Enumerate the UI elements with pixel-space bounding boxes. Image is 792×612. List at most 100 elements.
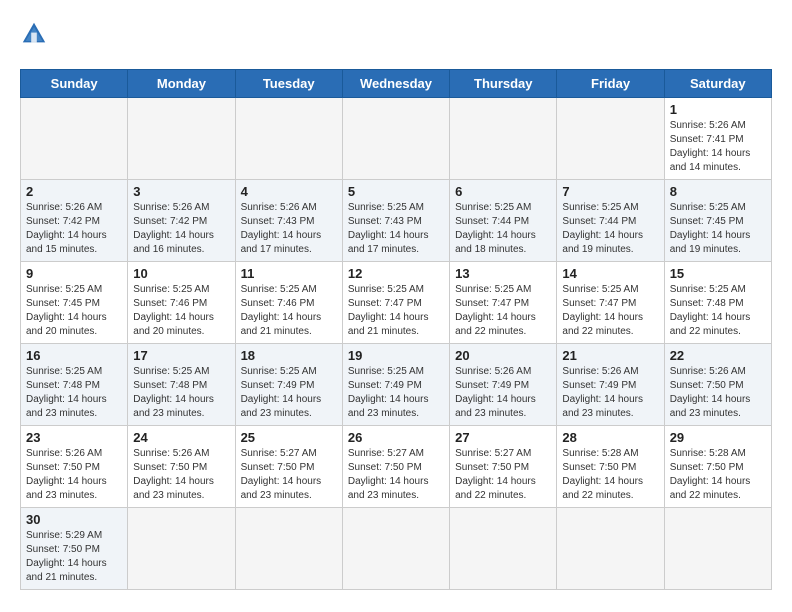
calendar-cell: 16Sunrise: 5:25 AM Sunset: 7:48 PM Dayli…	[21, 344, 128, 426]
logo-icon	[20, 20, 48, 48]
day-number: 26	[348, 430, 444, 445]
calendar-cell	[21, 98, 128, 180]
calendar-cell: 18Sunrise: 5:25 AM Sunset: 7:49 PM Dayli…	[235, 344, 342, 426]
calendar-week-row: 30 Sunrise: 5:29 AM Sunset: 7:50 PM Dayli…	[21, 508, 772, 590]
day-number: 5	[348, 184, 444, 199]
calendar-cell: 21 Sunrise: 5:26 AM Sunset: 7:49 PM Dayli…	[557, 344, 664, 426]
calendar-cell	[128, 98, 235, 180]
calendar-cell: 2 Sunrise: 5:26 AM Sunset: 7:42 PM Daylig…	[21, 180, 128, 262]
day-number: 7	[562, 184, 658, 199]
calendar-cell	[557, 508, 664, 590]
day-number: 6	[455, 184, 551, 199]
calendar-cell	[664, 508, 771, 590]
cell-sun-info: Sunrise: 5:28 AM Sunset: 7:50 PM Dayligh…	[670, 447, 766, 503]
day-number: 29	[670, 430, 766, 445]
day-number: 30	[26, 512, 122, 527]
cell-sun-info: Sunrise: 5:25 AM Sunset: 7:47 PM Dayligh…	[455, 283, 551, 339]
day-number: 11	[241, 266, 337, 281]
calendar-week-row: 1Sunrise: 5:26 AM Sunset: 7:41 PM Daylig…	[21, 98, 772, 180]
day-header-wednesday: Wednesday	[342, 70, 449, 98]
calendar-cell	[235, 98, 342, 180]
calendar-cell	[342, 98, 449, 180]
day-number: 20	[455, 348, 551, 363]
day-number: 27	[455, 430, 551, 445]
calendar-cell: 14 Sunrise: 5:25 AM Sunset: 7:47 PM Dayli…	[557, 262, 664, 344]
day-number: 14	[562, 266, 658, 281]
cell-sun-info: Sunrise: 5:25 AM Sunset: 7:44 PM Dayligh…	[562, 201, 658, 257]
cell-sun-info: Sunrise: 5:25 AM Sunset: 7:49 PM Dayligh…	[241, 365, 337, 421]
day-number: 19	[348, 348, 444, 363]
cell-sun-info: Sunrise: 5:25 AM Sunset: 7:48 PM Dayligh…	[670, 283, 766, 339]
cell-sun-info: Sunrise: 5:25 AM Sunset: 7:43 PM Dayligh…	[348, 201, 444, 257]
day-number: 22	[670, 348, 766, 363]
calendar-table: SundayMondayTuesdayWednesdayThursdayFrid…	[20, 69, 772, 590]
cell-sun-info: Sunrise: 5:25 AM Sunset: 7:46 PM Dayligh…	[241, 283, 337, 339]
day-header-tuesday: Tuesday	[235, 70, 342, 98]
day-number: 21	[562, 348, 658, 363]
calendar-cell	[557, 98, 664, 180]
calendar-cell: 8 Sunrise: 5:25 AM Sunset: 7:45 PM Daylig…	[664, 180, 771, 262]
calendar-cell: 22 Sunrise: 5:26 AM Sunset: 7:50 PM Dayli…	[664, 344, 771, 426]
day-number: 23	[26, 430, 122, 445]
cell-sun-info: Sunrise: 5:26 AM Sunset: 7:50 PM Dayligh…	[133, 447, 229, 503]
cell-sun-info: Sunrise: 5:25 AM Sunset: 7:45 PM Dayligh…	[26, 283, 122, 339]
calendar-cell: 10 Sunrise: 5:25 AM Sunset: 7:46 PM Dayli…	[128, 262, 235, 344]
calendar-cell: 6Sunrise: 5:25 AM Sunset: 7:44 PM Daylig…	[450, 180, 557, 262]
calendar-cell	[342, 508, 449, 590]
calendar-week-row: 16 Sunrise: 5:25 AM Sunset: 7:48 PM Dayli…	[21, 344, 772, 426]
calendar-cell: 23 Sunrise: 5:26 AM Sunset: 7:50 PM Dayli…	[21, 426, 128, 508]
cell-sun-info: Sunrise: 5:26 AM Sunset: 7:50 PM Dayligh…	[26, 447, 122, 503]
calendar-cell: 7 Sunrise: 5:25 AM Sunset: 7:44 PM Daylig…	[557, 180, 664, 262]
day-number: 3	[133, 184, 229, 199]
calendar-cell	[128, 508, 235, 590]
calendar-cell	[450, 98, 557, 180]
day-number: 10	[133, 266, 229, 281]
day-number: 16	[26, 348, 122, 363]
calendar-cell: 12 Sunrise: 5:25 AM Sunset: 7:47 PM Dayli…	[342, 262, 449, 344]
cell-sun-info: Sunrise: 5:26 AM Sunset: 7:49 PM Dayligh…	[562, 365, 658, 421]
calendar-cell: 15Sunrise: 5:25 AM Sunset: 7:48 PM Dayli…	[664, 262, 771, 344]
day-header-saturday: Saturday	[664, 70, 771, 98]
cell-sun-info: Sunrise: 5:25 AM Sunset: 7:49 PM Dayligh…	[348, 365, 444, 421]
cell-sun-info: Sunrise: 5:26 AM Sunset: 7:50 PM Dayligh…	[670, 365, 766, 421]
cell-sun-info: Sunrise: 5:25 AM Sunset: 7:48 PM Dayligh…	[133, 365, 229, 421]
cell-sun-info: Sunrise: 5:27 AM Sunset: 7:50 PM Dayligh…	[348, 447, 444, 503]
day-number: 24	[133, 430, 229, 445]
cell-sun-info: Sunrise: 5:26 AM Sunset: 7:41 PM Dayligh…	[670, 119, 766, 175]
cell-sun-info: Sunrise: 5:27 AM Sunset: 7:50 PM Dayligh…	[241, 447, 337, 503]
cell-sun-info: Sunrise: 5:25 AM Sunset: 7:45 PM Dayligh…	[670, 201, 766, 257]
calendar-week-row: 23 Sunrise: 5:26 AM Sunset: 7:50 PM Dayli…	[21, 426, 772, 508]
cell-sun-info: Sunrise: 5:26 AM Sunset: 7:43 PM Dayligh…	[241, 201, 337, 257]
calendar-cell: 17Sunrise: 5:25 AM Sunset: 7:48 PM Dayli…	[128, 344, 235, 426]
cell-sun-info: Sunrise: 5:26 AM Sunset: 7:49 PM Dayligh…	[455, 365, 551, 421]
day-number: 8	[670, 184, 766, 199]
calendar-header-row: SundayMondayTuesdayWednesdayThursdayFrid…	[21, 70, 772, 98]
calendar-cell: 25 Sunrise: 5:27 AM Sunset: 7:50 PM Dayli…	[235, 426, 342, 508]
cell-sun-info: Sunrise: 5:26 AM Sunset: 7:42 PM Dayligh…	[26, 201, 122, 257]
day-number: 12	[348, 266, 444, 281]
calendar-cell: 28Sunrise: 5:28 AM Sunset: 7:50 PM Dayli…	[557, 426, 664, 508]
cell-sun-info: Sunrise: 5:25 AM Sunset: 7:47 PM Dayligh…	[562, 283, 658, 339]
logo	[20, 20, 52, 53]
calendar-cell: 9 Sunrise: 5:25 AM Sunset: 7:45 PM Daylig…	[21, 262, 128, 344]
day-number: 25	[241, 430, 337, 445]
cell-sun-info: Sunrise: 5:25 AM Sunset: 7:46 PM Dayligh…	[133, 283, 229, 339]
day-number: 28	[562, 430, 658, 445]
day-number: 13	[455, 266, 551, 281]
calendar-cell: 11 Sunrise: 5:25 AM Sunset: 7:46 PM Dayli…	[235, 262, 342, 344]
calendar-cell: 1Sunrise: 5:26 AM Sunset: 7:41 PM Daylig…	[664, 98, 771, 180]
calendar-week-row: 2 Sunrise: 5:26 AM Sunset: 7:42 PM Daylig…	[21, 180, 772, 262]
page-header	[20, 20, 772, 53]
day-header-sunday: Sunday	[21, 70, 128, 98]
cell-sun-info: Sunrise: 5:25 AM Sunset: 7:47 PM Dayligh…	[348, 283, 444, 339]
day-header-thursday: Thursday	[450, 70, 557, 98]
day-number: 4	[241, 184, 337, 199]
cell-sun-info: Sunrise: 5:29 AM Sunset: 7:50 PM Dayligh…	[26, 529, 122, 585]
cell-sun-info: Sunrise: 5:27 AM Sunset: 7:50 PM Dayligh…	[455, 447, 551, 503]
day-header-monday: Monday	[128, 70, 235, 98]
calendar-cell: 20 Sunrise: 5:26 AM Sunset: 7:49 PM Dayli…	[450, 344, 557, 426]
day-number: 9	[26, 266, 122, 281]
day-number: 2	[26, 184, 122, 199]
calendar-cell	[450, 508, 557, 590]
calendar-week-row: 9 Sunrise: 5:25 AM Sunset: 7:45 PM Daylig…	[21, 262, 772, 344]
